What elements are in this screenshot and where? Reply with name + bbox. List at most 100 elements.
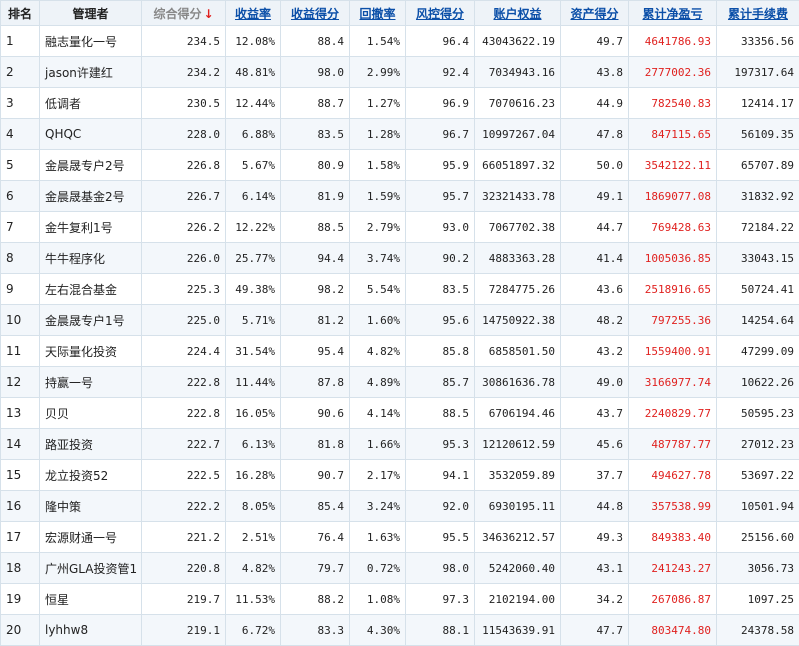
cell-fees: 10622.26 — [717, 367, 799, 398]
cell-drawdown: 1.08% — [350, 584, 406, 615]
cell-drawdown: 2.17% — [350, 460, 406, 491]
header-return-rate-label[interactable]: 收益率 — [235, 7, 271, 21]
header-asset-score-label[interactable]: 资产得分 — [570, 7, 618, 21]
cell-manager[interactable]: lyhhw8 — [40, 615, 142, 646]
cell-rank: 17 — [1, 522, 40, 553]
cell-risk-score: 92.4 — [406, 57, 475, 88]
table-row: 1 融志量化一号 234.5 12.08% 88.4 1.54% 96.4 43… — [1, 26, 799, 57]
header-return-score-sort[interactable]: 收益得分 — [281, 1, 350, 26]
cell-manager[interactable]: 路亚投资 — [40, 429, 142, 460]
cell-manager[interactable]: QHQC — [40, 119, 142, 150]
cell-return-rate: 6.88% — [226, 119, 281, 150]
cell-drawdown: 1.58% — [350, 150, 406, 181]
cell-equity: 6706194.46 — [475, 398, 561, 429]
cell-net-pnl: 267086.87 — [629, 584, 717, 615]
table-row: 15 龙立投资52 222.5 16.28% 90.7 2.17% 94.1 3… — [1, 460, 799, 491]
cell-manager[interactable]: 持赢一号 — [40, 367, 142, 398]
cell-net-pnl: 769428.63 — [629, 212, 717, 243]
cell-asset-score: 44.7 — [561, 212, 629, 243]
cell-equity: 43043622.19 — [475, 26, 561, 57]
cell-score: 234.5 — [142, 26, 226, 57]
cell-score: 234.2 — [142, 57, 226, 88]
header-fees-label[interactable]: 累计手续费 — [728, 7, 788, 21]
header-risk-score-sort[interactable]: 风控得分 — [406, 1, 475, 26]
cell-drawdown: 4.30% — [350, 615, 406, 646]
header-manager-label: 管理者 — [72, 7, 108, 21]
sort-desc-arrow-icon: ↓ — [203, 7, 213, 21]
cell-equity: 6858501.50 — [475, 336, 561, 367]
cell-asset-score: 49.3 — [561, 522, 629, 553]
cell-fees: 33043.15 — [717, 243, 799, 274]
header-asset-score-sort[interactable]: 资产得分 — [561, 1, 629, 26]
header-return-score-label[interactable]: 收益得分 — [291, 7, 339, 21]
cell-fees: 12414.17 — [717, 88, 799, 119]
cell-return-rate: 6.72% — [226, 615, 281, 646]
cell-score: 220.8 — [142, 553, 226, 584]
cell-return-score: 88.2 — [281, 584, 350, 615]
cell-return-rate: 11.53% — [226, 584, 281, 615]
table-row: 7 金牛复利1号 226.2 12.22% 88.5 2.79% 93.0 70… — [1, 212, 799, 243]
cell-manager[interactable]: 融志量化一号 — [40, 26, 142, 57]
cell-manager[interactable]: 龙立投资52 — [40, 460, 142, 491]
cell-manager[interactable]: jason许建红 — [40, 57, 142, 88]
cell-manager[interactable]: 金晨晟专户2号 — [40, 150, 142, 181]
cell-return-score: 98.0 — [281, 57, 350, 88]
header-drawdown-label[interactable]: 回撤率 — [359, 7, 395, 21]
cell-rank: 15 — [1, 460, 40, 491]
cell-score: 224.4 — [142, 336, 226, 367]
cell-risk-score: 96.7 — [406, 119, 475, 150]
cell-equity: 34636212.57 — [475, 522, 561, 553]
cell-equity: 7034943.16 — [475, 57, 561, 88]
cell-fees: 65707.89 — [717, 150, 799, 181]
cell-score: 226.0 — [142, 243, 226, 274]
cell-fees: 50724.41 — [717, 274, 799, 305]
header-drawdown-sort[interactable]: 回撤率 — [350, 1, 406, 26]
header-score-sort[interactable]: 综合得分↓ — [142, 1, 226, 26]
cell-asset-score: 43.2 — [561, 336, 629, 367]
cell-return-rate: 2.51% — [226, 522, 281, 553]
header-net-pnl-label[interactable]: 累计净盈亏 — [642, 7, 702, 21]
table-row: 10 金晨晟专户1号 225.0 5.71% 81.2 1.60% 95.6 1… — [1, 305, 799, 336]
table-row: 18 广州GLA投资管1 220.8 4.82% 79.7 0.72% 98.0… — [1, 553, 799, 584]
cell-net-pnl: 1005036.85 — [629, 243, 717, 274]
table-row: 4 QHQC 228.0 6.88% 83.5 1.28% 96.7 10997… — [1, 119, 799, 150]
cell-manager[interactable]: 宏源财通一号 — [40, 522, 142, 553]
header-manager: 管理者 — [40, 1, 142, 26]
cell-equity: 14750922.38 — [475, 305, 561, 336]
header-net-pnl-sort[interactable]: 累计净盈亏 — [629, 1, 717, 26]
cell-manager[interactable]: 金晨晟基金2号 — [40, 181, 142, 212]
table-row: 14 路亚投资 222.7 6.13% 81.8 1.66% 95.3 1212… — [1, 429, 799, 460]
cell-rank: 1 — [1, 26, 40, 57]
cell-score: 222.8 — [142, 367, 226, 398]
cell-drawdown: 4.14% — [350, 398, 406, 429]
cell-manager[interactable]: 广州GLA投资管1 — [40, 553, 142, 584]
cell-manager[interactable]: 恒星 — [40, 584, 142, 615]
cell-return-score: 81.2 — [281, 305, 350, 336]
cell-equity: 5242060.40 — [475, 553, 561, 584]
cell-risk-score: 85.7 — [406, 367, 475, 398]
header-equity-sort[interactable]: 账户权益 — [475, 1, 561, 26]
cell-drawdown: 3.24% — [350, 491, 406, 522]
header-score-label[interactable]: 综合得分 — [153, 7, 201, 21]
cell-return-rate: 6.14% — [226, 181, 281, 212]
cell-score: 226.8 — [142, 150, 226, 181]
header-fees-sort[interactable]: 累计手续费 — [717, 1, 799, 26]
cell-manager[interactable]: 贝贝 — [40, 398, 142, 429]
cell-score: 222.7 — [142, 429, 226, 460]
cell-rank: 14 — [1, 429, 40, 460]
cell-manager[interactable]: 低调者 — [40, 88, 142, 119]
cell-manager[interactable]: 隆中策 — [40, 491, 142, 522]
cell-manager[interactable]: 金晨晟专户1号 — [40, 305, 142, 336]
cell-manager[interactable]: 牛牛程序化 — [40, 243, 142, 274]
cell-manager[interactable]: 左右混合基金 — [40, 274, 142, 305]
table-row: 11 天际量化投资 224.4 31.54% 95.4 4.82% 85.8 6… — [1, 336, 799, 367]
cell-asset-score: 41.4 — [561, 243, 629, 274]
header-risk-score-label[interactable]: 风控得分 — [416, 7, 464, 21]
cell-rank: 9 — [1, 274, 40, 305]
cell-manager[interactable]: 金牛复利1号 — [40, 212, 142, 243]
header-return-rate-sort[interactable]: 收益率 — [226, 1, 281, 26]
header-equity-label[interactable]: 账户权益 — [493, 7, 541, 21]
cell-return-rate: 6.13% — [226, 429, 281, 460]
cell-manager[interactable]: 天际量化投资 — [40, 336, 142, 367]
cell-risk-score: 95.9 — [406, 150, 475, 181]
